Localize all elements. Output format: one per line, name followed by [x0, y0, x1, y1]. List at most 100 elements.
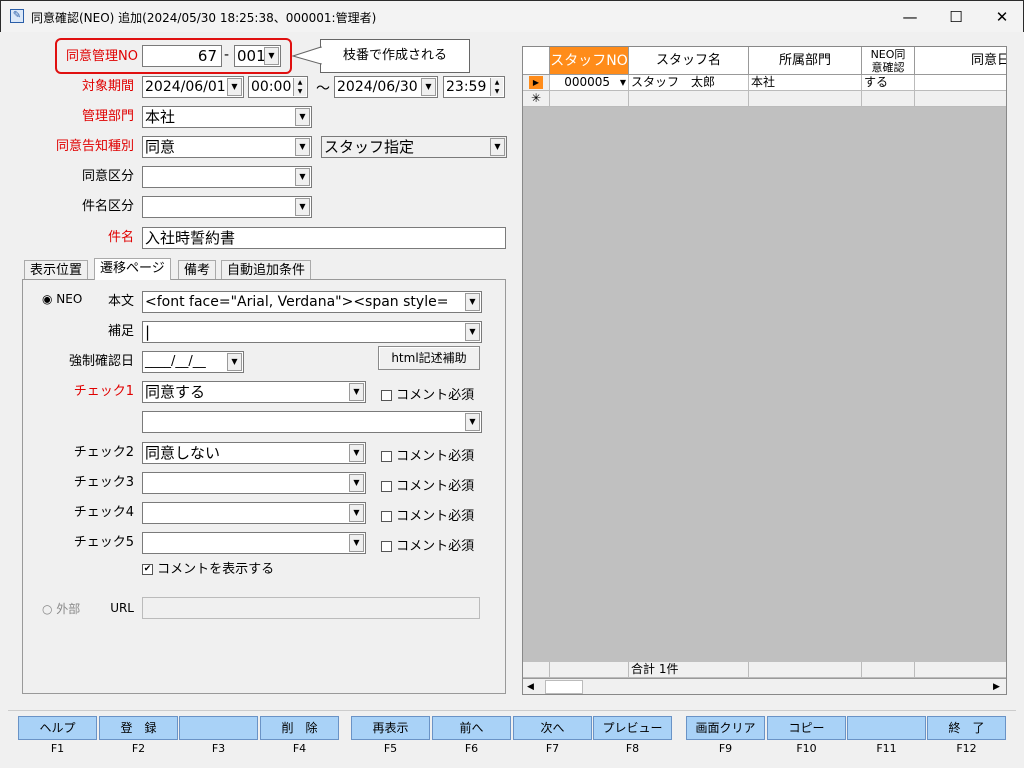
cell-staff-name[interactable]: スタッフ 太郎	[629, 75, 749, 91]
scroll-left-icon[interactable]: ◀	[527, 682, 534, 692]
chevron-down-icon[interactable]: ▼	[465, 323, 480, 341]
check4-comment-req[interactable]: コメント必須	[381, 505, 474, 524]
fkey-refresh-button[interactable]: 再表示	[351, 716, 430, 740]
external-radio[interactable]: ○ 外部	[42, 600, 80, 617]
fkey-next-button[interactable]: 次へ	[513, 716, 592, 740]
neo-radio[interactable]: ◉ NEO	[42, 292, 82, 306]
fkey-prev-button[interactable]: 前へ	[432, 716, 511, 740]
check1-sub-select[interactable]: ▼	[142, 411, 482, 433]
chevron-down-icon[interactable]: ▼	[227, 353, 242, 371]
check2-comment-req[interactable]: コメント必須	[381, 445, 474, 464]
check1-comment-req[interactable]: コメント必須	[381, 384, 474, 403]
cell-consent-date[interactable]	[915, 75, 1006, 91]
check4-select[interactable]: ▼	[142, 502, 366, 524]
date-from-field[interactable]: 2024/06/01 ▼	[142, 76, 244, 98]
row-selector-new[interactable]: ✳	[523, 91, 550, 107]
kubun-select[interactable]: ▼	[142, 166, 312, 188]
fkey-f3-button[interactable]	[179, 716, 258, 740]
url-field[interactable]	[142, 597, 480, 619]
minimize-icon[interactable]: —	[887, 1, 933, 33]
new-row-cell[interactable]	[862, 91, 915, 107]
chevron-down-icon[interactable]: ▼	[349, 534, 364, 552]
fkey-exit-button[interactable]: 終 了	[927, 716, 1006, 740]
date-to-field[interactable]: 2024/06/30 ▼	[334, 76, 438, 98]
chevron-down-icon[interactable]: ▼	[421, 78, 436, 96]
title-field[interactable]: 入社時誓約書	[142, 227, 506, 249]
grid-header-consent-date[interactable]: 同意日	[915, 47, 1006, 75]
grid-header-dept[interactable]: 所属部門	[749, 47, 862, 75]
row-selector-current[interactable]: ▶	[523, 75, 550, 91]
chevron-down-icon[interactable]: ▼	[349, 504, 364, 522]
show-comment-check[interactable]: ✔ コメントを表示する	[142, 558, 274, 577]
html-helper-button[interactable]: html記述補助	[378, 346, 480, 370]
no-field[interactable]: 67	[142, 45, 222, 67]
time-from-field[interactable]: 00:00 ▲ ▼	[248, 76, 308, 98]
tab-notes[interactable]: 備考	[178, 260, 217, 280]
notice-select[interactable]: 同意 ▼	[142, 136, 312, 158]
fkey-preview-button[interactable]: プレビュー	[593, 716, 672, 740]
check2-select[interactable]: 同意しない ▼	[142, 442, 366, 464]
branch-select[interactable]: 001 ▼	[234, 45, 281, 67]
check3-comment-req[interactable]: コメント必須	[381, 475, 474, 494]
new-row-cell[interactable]	[749, 91, 862, 107]
fkey-label: F6	[464, 742, 479, 755]
cell-staff-no[interactable]: 000005 ▼	[550, 75, 629, 91]
checkbox[interactable]	[381, 511, 392, 522]
new-row-cell[interactable]	[629, 91, 749, 107]
check5-select[interactable]: ▼	[142, 532, 366, 554]
chevron-down-icon[interactable]: ▼	[349, 444, 364, 462]
chevron-down-icon[interactable]: ▼	[349, 474, 364, 492]
checkbox[interactable]	[381, 541, 392, 552]
dept-select[interactable]: 本社 ▼	[142, 106, 312, 128]
scroll-thumb[interactable]	[545, 680, 583, 694]
close-icon[interactable]: ✕	[979, 1, 1024, 33]
horizontal-scrollbar[interactable]: ◀ ▶	[523, 678, 1006, 694]
checkbox[interactable]	[381, 451, 392, 462]
fkey-delete-button[interactable]: 削 除	[260, 716, 339, 740]
tab-transition-page[interactable]: 遷移ページ	[94, 258, 171, 280]
chevron-down-icon[interactable]: ▼	[465, 293, 480, 311]
body-select[interactable]: <font face="Arial, Verdana"><span style=…	[142, 291, 482, 313]
cell-neo-confirm[interactable]: する	[862, 75, 915, 91]
fkey-copy-button[interactable]: コピー	[767, 716, 846, 740]
grid-header-staff-name[interactable]: スタッフ名	[629, 47, 749, 75]
grid-header-neo-confirm[interactable]: NEO同 意確認	[862, 47, 915, 75]
chevron-down-icon[interactable]: ▼	[295, 168, 310, 186]
spin-icon[interactable]: ▲ ▼	[293, 78, 306, 96]
checkbox[interactable]	[381, 390, 392, 401]
grid-header-staff-no[interactable]: スタッフNO	[550, 47, 629, 75]
chevron-down-icon[interactable]: ▼	[295, 138, 310, 156]
kenmei-kubun-select[interactable]: ▼	[142, 196, 312, 218]
fkey-register-button[interactable]: 登 録	[99, 716, 178, 740]
fkey-f11-button[interactable]	[847, 716, 926, 740]
cell-dept[interactable]: 本社	[749, 75, 862, 91]
maximize-icon[interactable]: ☐	[933, 1, 979, 33]
chevron-down-icon[interactable]: ▼	[295, 108, 310, 126]
checkbox-checked[interactable]: ✔	[142, 564, 153, 575]
notice-value: 同意	[145, 138, 176, 156]
spin-icon[interactable]: ▲ ▼	[490, 78, 503, 96]
scroll-right-icon[interactable]: ▶	[993, 682, 1000, 692]
check1-select[interactable]: 同意する ▼	[142, 381, 366, 403]
new-row-cell[interactable]	[550, 91, 629, 107]
tab-auto-conditions[interactable]: 自動追加条件	[221, 260, 312, 280]
tab-display-position[interactable]: 表示位置	[24, 260, 89, 280]
checkbox[interactable]	[381, 481, 392, 492]
fkey-help-button[interactable]: ヘルプ	[18, 716, 97, 740]
check5-comment-req[interactable]: コメント必須	[381, 535, 474, 554]
note-select[interactable]: | ▼	[142, 321, 482, 343]
notice-target-select[interactable]: スタッフ指定 ▼	[321, 136, 507, 158]
chevron-down-icon[interactable]: ▼	[295, 198, 310, 216]
force-date-field[interactable]: ____/__/__ ▼	[142, 351, 244, 373]
fkey-label: F3	[211, 742, 226, 755]
chevron-down-icon[interactable]: ▼	[465, 413, 480, 431]
chevron-down-icon[interactable]: ▼	[227, 78, 242, 96]
chevron-down-icon[interactable]: ▼	[349, 383, 364, 401]
chevron-down-icon[interactable]: ▼	[490, 138, 505, 156]
check3-select[interactable]: ▼	[142, 472, 366, 494]
time-to-field[interactable]: 23:59 ▲ ▼	[443, 76, 505, 98]
chevron-down-icon[interactable]: ▼	[620, 75, 626, 90]
fkey-clear-button[interactable]: 画面クリア	[686, 716, 765, 740]
chevron-down-icon[interactable]: ▼	[264, 47, 279, 65]
new-row-cell[interactable]	[915, 91, 1006, 107]
